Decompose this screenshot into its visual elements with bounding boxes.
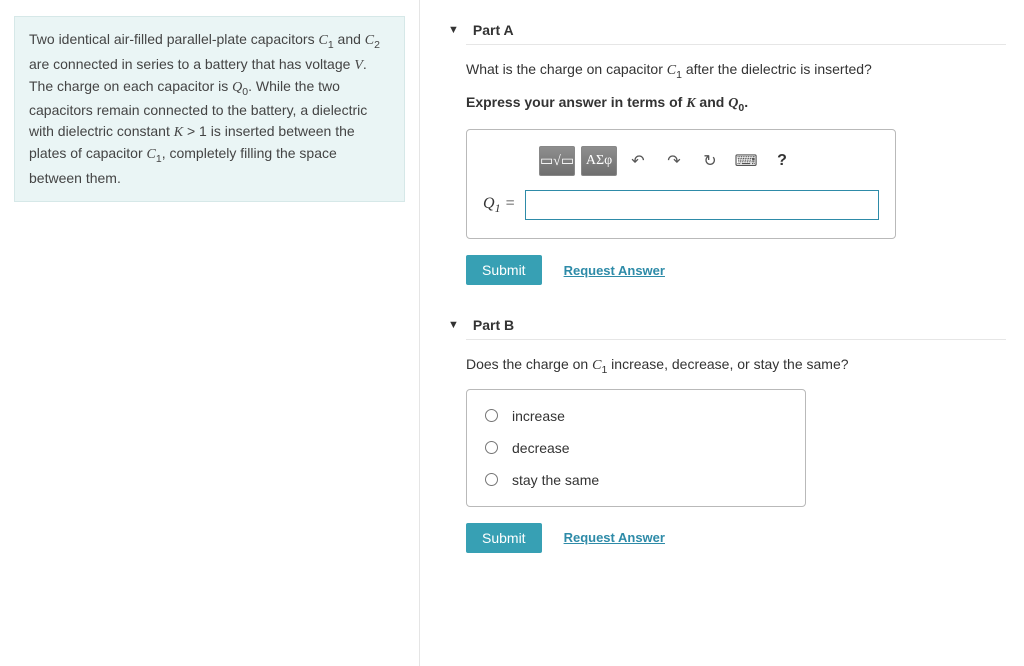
part-a-instruction: Express your answer in terms of K and Q0… — [466, 94, 1006, 114]
part-b-actions: Submit Request Answer — [466, 523, 1006, 553]
answer-input[interactable] — [525, 190, 879, 220]
radio-stay-same[interactable] — [485, 473, 498, 486]
part-a-actions: Submit Request Answer — [466, 255, 1006, 285]
part-a-header[interactable]: ▼ Part A — [466, 16, 1006, 45]
option-stay-same[interactable]: stay the same — [481, 464, 791, 496]
option-increase[interactable]: increase — [481, 400, 791, 432]
submit-button[interactable]: Submit — [466, 523, 542, 553]
option-label: stay the same — [512, 472, 599, 488]
part-a-title: Part A — [473, 22, 514, 38]
submit-button[interactable]: Submit — [466, 255, 542, 285]
radio-decrease[interactable] — [485, 441, 498, 454]
reset-icon[interactable]: ↻ — [695, 147, 725, 175]
part-b-header[interactable]: ▼ Part B — [466, 311, 1006, 340]
part-b-title: Part B — [473, 317, 514, 333]
template-button[interactable]: ▭√▭ — [539, 146, 575, 176]
radio-increase[interactable] — [485, 409, 498, 422]
request-answer-link[interactable]: Request Answer — [564, 530, 665, 545]
redo-icon[interactable]: ↷ — [659, 147, 689, 175]
caret-down-icon: ▼ — [448, 24, 459, 36]
request-answer-link[interactable]: Request Answer — [564, 263, 665, 278]
greek-letters-button[interactable]: ΑΣφ — [581, 146, 617, 176]
answer-input-row: Q1 = — [483, 190, 879, 220]
equation-toolbar: ▭√▭ ΑΣφ ↶ ↷ ↻ ⌨ ? — [539, 146, 879, 176]
page-root: Two identical air-filled parallel-plate … — [0, 0, 1024, 666]
part-a-question: What is the charge on capacitor C1 after… — [466, 59, 1006, 84]
problem-text: Two identical air-filled parallel-plate … — [29, 31, 380, 186]
option-label: increase — [512, 408, 565, 424]
problem-statement: Two identical air-filled parallel-plate … — [14, 16, 405, 202]
option-decrease[interactable]: decrease — [481, 432, 791, 464]
part-b-question: Does the charge on C1 increase, decrease… — [466, 354, 1006, 379]
keyboard-icon[interactable]: ⌨ — [731, 147, 761, 175]
caret-down-icon: ▼ — [448, 319, 459, 331]
part-b-options-box: increase decrease stay the same — [466, 389, 806, 507]
right-column: ▼ Part A What is the charge on capacitor… — [420, 0, 1024, 666]
undo-icon[interactable]: ↶ — [623, 147, 653, 175]
answer-label: Q1 = — [483, 195, 515, 216]
option-label: decrease — [512, 440, 570, 456]
help-icon[interactable]: ? — [767, 147, 797, 175]
part-a-answer-box: ▭√▭ ΑΣφ ↶ ↷ ↻ ⌨ ? Q1 = — [466, 129, 896, 239]
left-column: Two identical air-filled parallel-plate … — [0, 0, 420, 666]
